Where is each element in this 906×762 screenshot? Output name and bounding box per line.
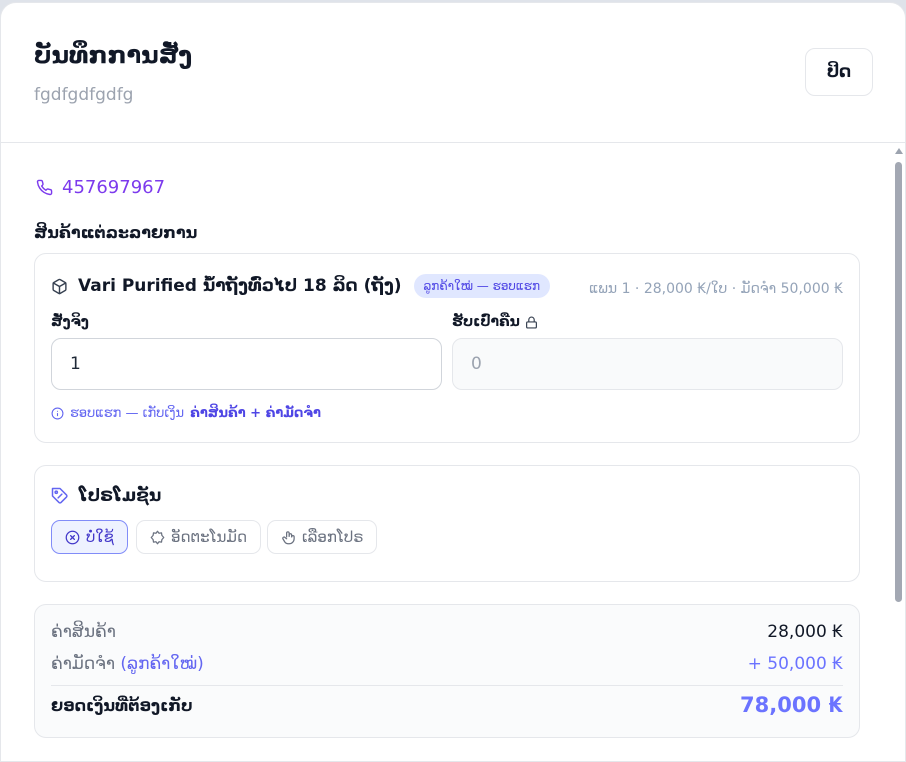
order-quantity-input[interactable]: 1 xyxy=(51,338,442,390)
total-value: 78,000 ₭ xyxy=(740,693,843,717)
return-empty-input: 0 xyxy=(452,338,843,390)
sparkle-badge-icon xyxy=(150,530,165,545)
scroll-up-arrow-icon[interactable] xyxy=(895,148,903,154)
summary-row-deposit: ຄ່າມັດຈຳ (ລູກຄ້າໃໝ່) + 50,000 ₭ xyxy=(51,654,843,674)
deposit-value: + 50,000 ₭ xyxy=(747,654,843,674)
promo-option-none[interactable]: ບໍ່ໃຊ້ xyxy=(51,520,128,554)
modal-header: ບັນທຶກການສັ່ງ fgdfgdfgdfg ປິດ xyxy=(1,3,905,143)
hint-text: ຮອບແຮກ — ເກັບເງິນ xyxy=(70,406,185,421)
deposit-note: (ລູກຄ້າໃໝ່) xyxy=(120,654,204,674)
promotion-header: ໂປຣໂມຊັນ xyxy=(51,486,161,506)
payment-summary-card: ຄ່າສິນຄ້າ 28,000 ₭ ຄ່າມັດຈຳ (ລູກຄ້າໃໝ່) … xyxy=(34,604,860,738)
item-header: Vari Purified ນ້ຳຖັງທົ່ວໄປ 18 ລິດ (ຖັງ) … xyxy=(51,274,551,298)
order-quantity-value: 1 xyxy=(70,354,81,374)
product-cost-value: 28,000 ₭ xyxy=(767,622,843,642)
modal-title: ບັນທຶກການສັ່ງ xyxy=(34,41,193,69)
tag-icon xyxy=(51,487,69,505)
order-item-card: Vari Purified ນ້ຳຖັງທົ່ວໄປ 18 ລິດ (ຖັງ) … xyxy=(34,253,860,443)
promo-option-none-label: ບໍ່ໃຊ້ xyxy=(86,528,114,546)
total-label: ຍອດເງິນທີ່ຕ້ອງເກັບ xyxy=(51,695,193,715)
promo-option-select-label: ເລືອກໂປຣ xyxy=(302,528,364,546)
promotion-card: ໂປຣໂມຊັນ ບໍ່ໃຊ້ ອັດຕະໂນມັດ ເລືອກໂປຣ xyxy=(34,465,860,582)
return-empty-label-text: ຮັບເປົ່າຄືນ xyxy=(452,314,520,330)
customer-name: fgdfgdfgdfg xyxy=(34,85,134,105)
order-quantity-label-text: ສັ່ງຈິງ xyxy=(51,314,89,330)
close-button[interactable]: ປິດ xyxy=(805,48,873,96)
package-icon xyxy=(51,278,68,295)
product-cost-label: ຄ່າສິນຄ້າ xyxy=(51,622,116,642)
summary-row-total: ຍອດເງິນທີ່ຕ້ອງເກັບ 78,000 ₭ xyxy=(51,693,843,717)
info-icon xyxy=(51,407,64,420)
promotion-title: ໂປຣໂມຊັນ xyxy=(79,486,162,506)
new-customer-badge: ລູກຄ້າໃໝ່ — ຮອບແຮກ xyxy=(413,274,551,298)
x-circle-icon xyxy=(65,530,80,545)
hint-bold-text: ຄ່າສິນຄ້າ + ຄ່າມັດຈຳ xyxy=(190,406,321,421)
scroll-thumb[interactable] xyxy=(895,162,902,602)
promo-option-auto-label: ອັດຕະໂນມັດ xyxy=(171,528,247,546)
order-record-modal: ບັນທຶກການສັ່ງ fgdfgdfgdfg ປິດ 457697967 … xyxy=(0,2,906,762)
return-empty-value: 0 xyxy=(471,354,482,374)
deposit-label: ຄ່າມັດຈຳ (ລູກຄ້າໃໝ່) xyxy=(51,654,204,674)
items-section-label: ສິນຄ້າແຕ່ລະລາຍການ xyxy=(34,223,198,242)
order-quantity-label: ສັ່ງຈິງ xyxy=(51,314,89,330)
scrollbar[interactable] xyxy=(894,148,903,603)
promo-option-select[interactable]: ເລືອກໂປຣ xyxy=(267,520,378,554)
lock-icon xyxy=(525,316,538,329)
phone-number: 457697967 xyxy=(62,177,166,198)
hand-pointer-icon xyxy=(281,530,296,545)
summary-divider xyxy=(51,685,843,686)
item-price-info: ແພນ 1 · 28,000 ₭/ໃບ · ມັດຈຳ 50,000 ₭ xyxy=(589,281,843,297)
phone-icon xyxy=(36,179,53,196)
item-name: Vari Purified ນ້ຳຖັງທົ່ວໄປ 18 ລິດ (ຖັງ) xyxy=(78,276,402,296)
summary-row-product: ຄ່າສິນຄ້າ 28,000 ₭ xyxy=(51,622,843,642)
deposit-label-text: ຄ່າມັດຈຳ xyxy=(51,654,116,674)
promo-option-auto[interactable]: ອັດຕະໂນມັດ xyxy=(136,520,261,554)
first-round-hint: ຮອບແຮກ — ເກັບເງິນ ຄ່າສິນຄ້າ + ຄ່າມັດຈຳ xyxy=(51,406,321,421)
return-empty-label: ຮັບເປົ່າຄືນ xyxy=(452,314,538,330)
customer-phone[interactable]: 457697967 xyxy=(36,177,165,198)
